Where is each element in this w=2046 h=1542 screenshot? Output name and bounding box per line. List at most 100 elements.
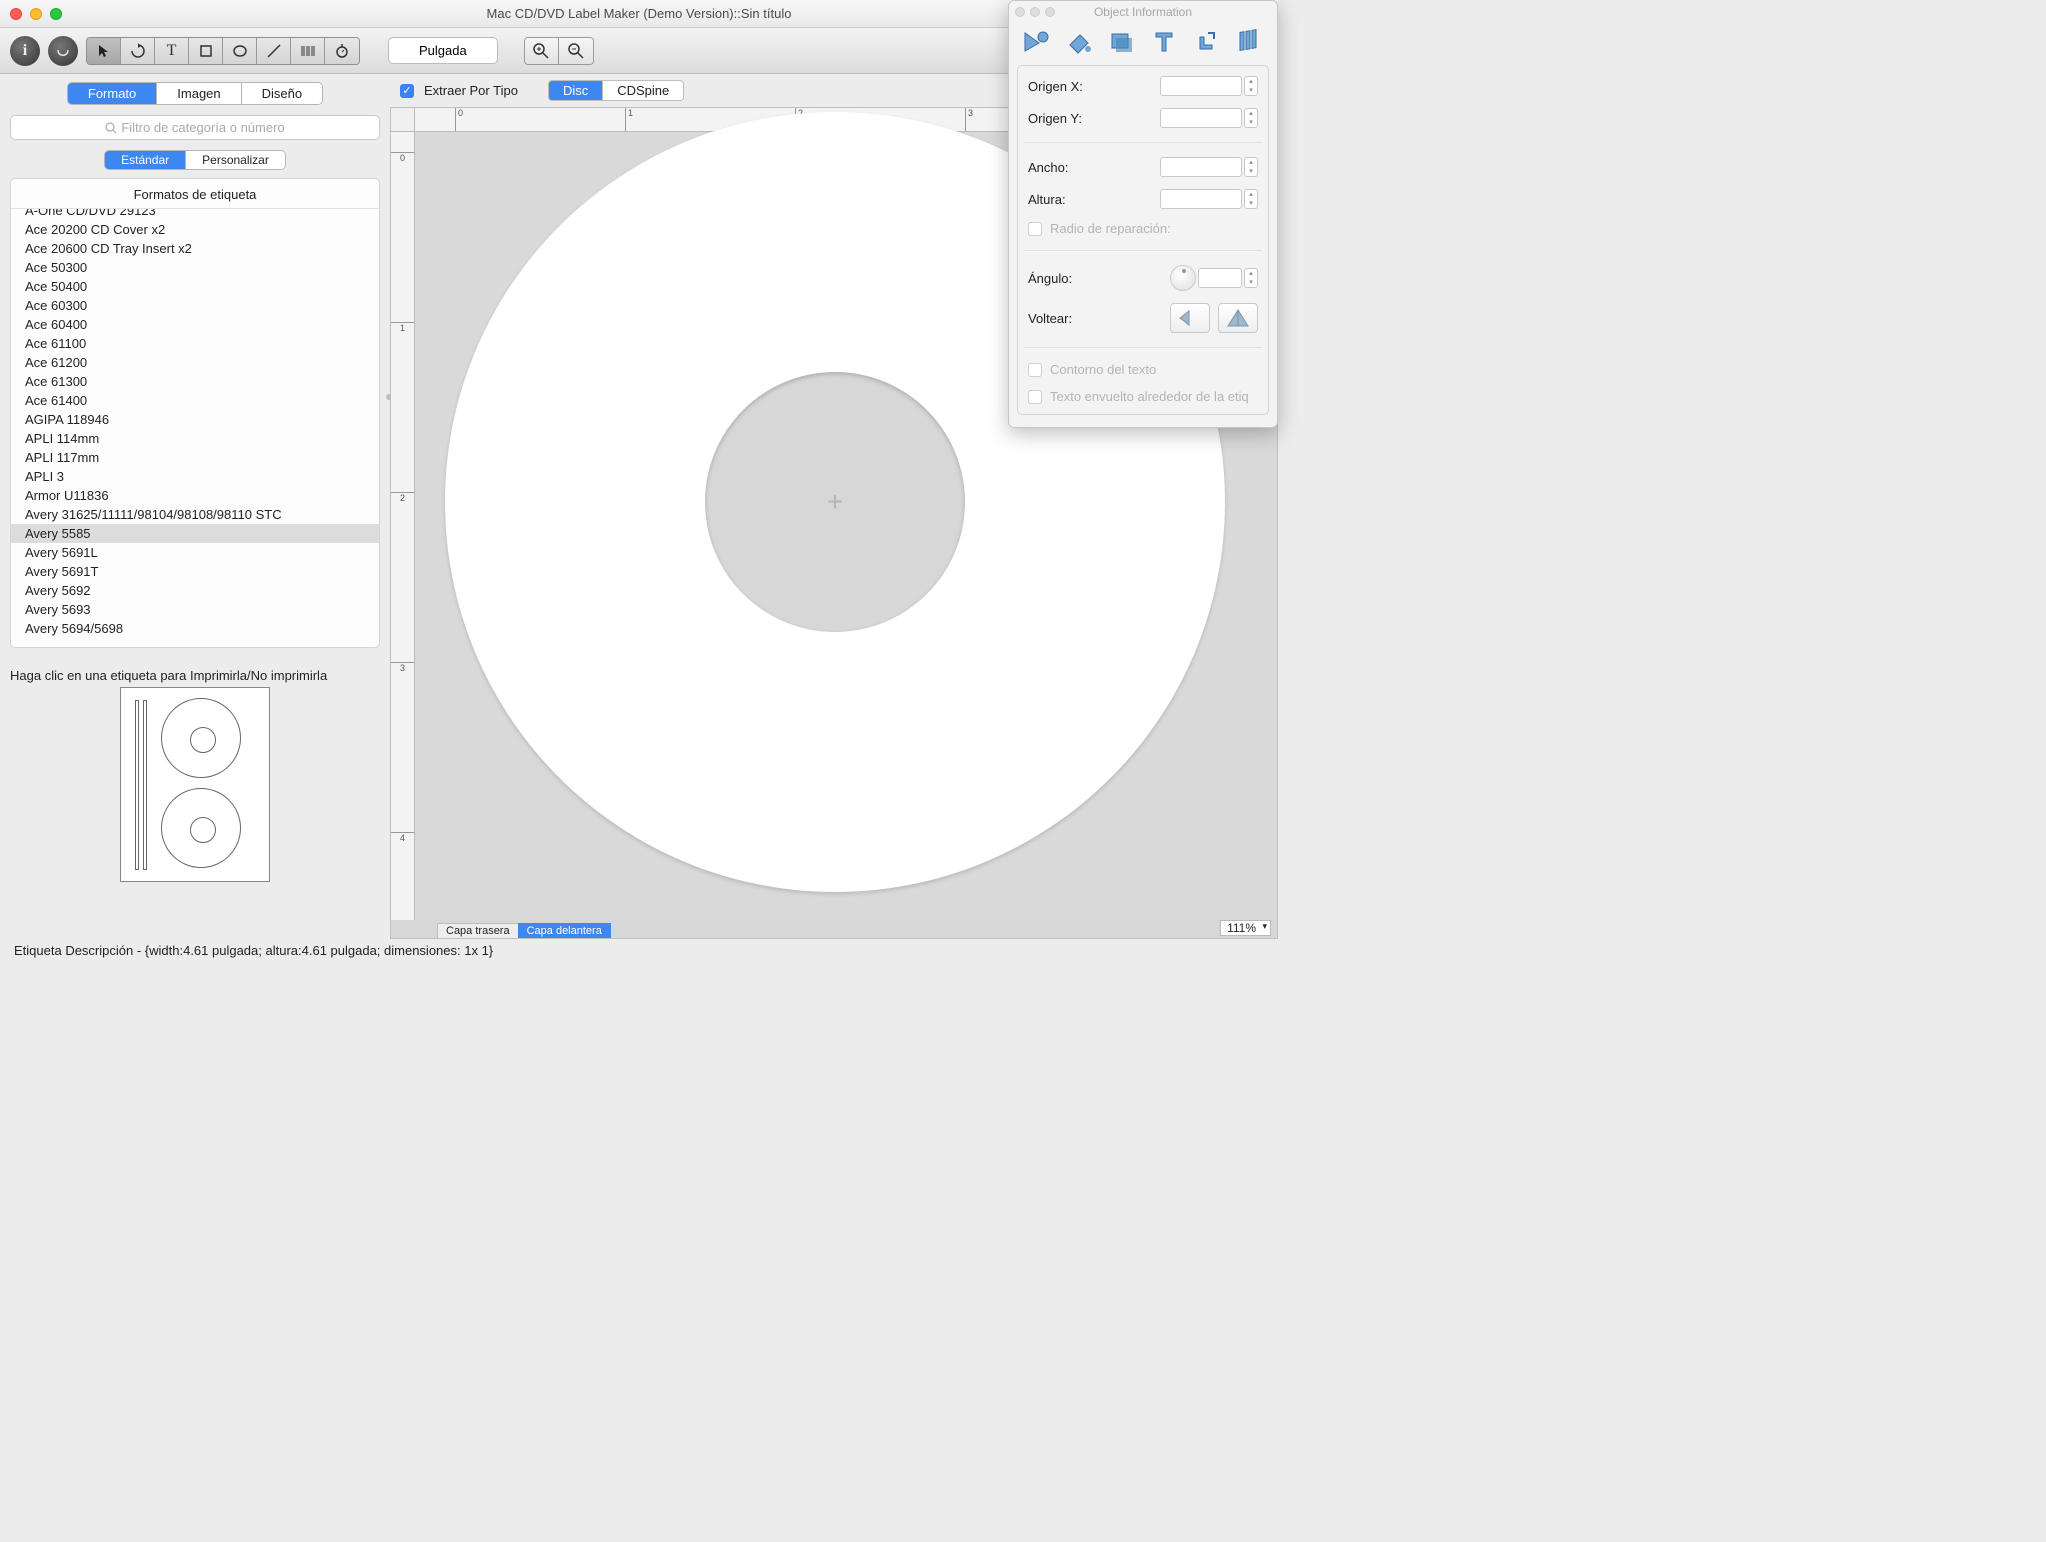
extract-checkbox[interactable]: ✓ — [400, 84, 414, 98]
zoom-in-button[interactable] — [525, 38, 559, 64]
object-info-panel: Object Information Origen X: Origen Y: A… — [1008, 0, 1278, 428]
barcode-tool[interactable] — [291, 38, 325, 64]
repair-radius-checkbox[interactable] — [1028, 222, 1042, 236]
origin-x-input[interactable] — [1160, 76, 1242, 96]
width-input[interactable] — [1160, 157, 1242, 177]
text-outline-row: Contorno del texto — [1028, 362, 1258, 377]
text-tool[interactable]: T — [155, 38, 189, 64]
format-row[interactable]: Avery 5694/5698 — [11, 619, 379, 638]
unit-button[interactable]: Pulgada — [388, 37, 498, 64]
tab-formato[interactable]: Formato — [68, 83, 157, 104]
ruler-tick: 1 — [391, 322, 414, 333]
zoom-display[interactable]: 111% — [1220, 920, 1271, 936]
flip-horizontal-button[interactable] — [1170, 303, 1210, 333]
panel-tab-geometry-icon[interactable] — [1019, 27, 1053, 57]
format-row[interactable]: Armor U11836 — [11, 486, 379, 505]
format-row[interactable]: Ace 60400 — [11, 315, 379, 334]
formats-box: Formatos de etiqueta A-One CD/DVD 29123A… — [10, 178, 380, 648]
ruler-tick: 1 — [625, 108, 633, 131]
flip-vertical-button[interactable] — [1218, 303, 1258, 333]
tab-imagen[interactable]: Imagen — [157, 83, 241, 104]
origin-x-stepper[interactable] — [1244, 76, 1258, 96]
format-row[interactable]: Avery 5692 — [11, 581, 379, 600]
subtab-personalizar[interactable]: Personalizar — [186, 151, 285, 169]
panel-tab-arrange-icon[interactable] — [1190, 27, 1224, 57]
disc-hole: + — [705, 372, 965, 632]
format-row[interactable]: A-One CD/DVD 29123 — [11, 209, 379, 220]
preview-sheet[interactable] — [120, 687, 270, 882]
extract-label: Extraer Por Tipo — [424, 83, 518, 98]
search-input[interactable]: Filtro de categoría o número — [10, 115, 380, 140]
format-row[interactable]: Avery 31625/11111/98104/98108/98110 STC — [11, 505, 379, 524]
divider — [1024, 347, 1262, 348]
stopwatch-tool[interactable] — [325, 38, 359, 64]
panel-tab-text-icon[interactable] — [1147, 27, 1181, 57]
preview-hint: Haga clic en una etiqueta para Imprimirl… — [10, 668, 380, 683]
format-row[interactable]: Avery 5691L — [11, 543, 379, 562]
format-row[interactable]: Avery 5693 — [11, 600, 379, 619]
format-row[interactable]: Avery 5691T — [11, 562, 379, 581]
format-row[interactable]: APLI 114mm — [11, 429, 379, 448]
wrap-text-checkbox[interactable] — [1028, 390, 1042, 404]
divider — [1024, 142, 1262, 143]
formats-list[interactable]: A-One CD/DVD 29123Ace 20200 CD Cover x2A… — [11, 209, 379, 647]
subtab-estandar[interactable]: Estándar — [105, 151, 186, 169]
layer-back[interactable]: Capa trasera — [437, 923, 519, 938]
format-row[interactable]: Ace 50300 — [11, 258, 379, 277]
format-row[interactable]: Avery 5585 — [11, 524, 379, 543]
format-row[interactable]: Ace 61200 — [11, 353, 379, 372]
ruler-corner — [391, 108, 415, 132]
origin-y-input[interactable] — [1160, 108, 1242, 128]
ruler-tick: 3 — [965, 108, 973, 131]
mask-icon[interactable]: ◡ — [48, 36, 78, 66]
sidebar-subtabs: Estándar Personalizar — [104, 150, 286, 170]
tab-disc[interactable]: Disc — [549, 81, 603, 100]
line-tool[interactable] — [257, 38, 291, 64]
text-outline-checkbox[interactable] — [1028, 363, 1042, 377]
format-row[interactable]: AGIPA 118946 — [11, 410, 379, 429]
width-stepper[interactable] — [1244, 157, 1258, 177]
info-icon[interactable]: i — [10, 36, 40, 66]
format-row[interactable]: Ace 50400 — [11, 277, 379, 296]
format-row[interactable]: Ace 61400 — [11, 391, 379, 410]
sidebar: Formato Imagen Diseño Filtro de categorí… — [0, 74, 390, 939]
tool-segment: T — [86, 37, 360, 65]
format-row[interactable]: APLI 117mm — [11, 448, 379, 467]
panel-tab-shadow-icon[interactable] — [1105, 27, 1139, 57]
rect-tool[interactable] — [189, 38, 223, 64]
origin-y-stepper[interactable] — [1244, 108, 1258, 128]
height-input[interactable] — [1160, 189, 1242, 209]
ruler-vertical: 01234 — [391, 132, 415, 920]
pointer-tool[interactable] — [87, 38, 121, 64]
divider — [1024, 250, 1262, 251]
format-row[interactable]: Ace 61300 — [11, 372, 379, 391]
angle-knob[interactable] — [1170, 265, 1196, 291]
panel-tab-layers-icon[interactable] — [1233, 27, 1267, 57]
tab-diseno[interactable]: Diseño — [242, 83, 322, 104]
field-flip: Voltear: — [1028, 303, 1258, 333]
format-row[interactable]: Ace 60300 — [11, 296, 379, 315]
ruler-tick: 3 — [391, 662, 414, 673]
panel-tab-icons — [1009, 23, 1277, 65]
preview-spine — [135, 700, 139, 870]
format-row[interactable]: Ace 61100 — [11, 334, 379, 353]
preview-disc — [161, 788, 241, 868]
layer-front[interactable]: Capa delantera — [518, 923, 611, 938]
panel-tab-fill-icon[interactable] — [1062, 27, 1096, 57]
preview-spine — [143, 700, 147, 870]
canvas-tabs: Disc CDSpine — [548, 80, 684, 101]
angle-input[interactable] — [1198, 268, 1242, 288]
ellipse-tool[interactable] — [223, 38, 257, 64]
zoom-out-button[interactable] — [559, 38, 593, 64]
format-row[interactable]: APLI 3 — [11, 467, 379, 486]
ruler-tick: 2 — [391, 492, 414, 503]
sidebar-tabs: Formato Imagen Diseño — [67, 82, 323, 105]
angle-stepper[interactable] — [1244, 268, 1258, 288]
format-row[interactable]: Ace 20600 CD Tray Insert x2 — [11, 239, 379, 258]
tab-cdspine[interactable]: CDSpine — [603, 81, 683, 100]
ruler-tick: 4 — [391, 832, 414, 843]
height-stepper[interactable] — [1244, 189, 1258, 209]
rotate-tool[interactable] — [121, 38, 155, 64]
field-origin-x: Origen X: — [1028, 76, 1258, 96]
format-row[interactable]: Ace 20200 CD Cover x2 — [11, 220, 379, 239]
